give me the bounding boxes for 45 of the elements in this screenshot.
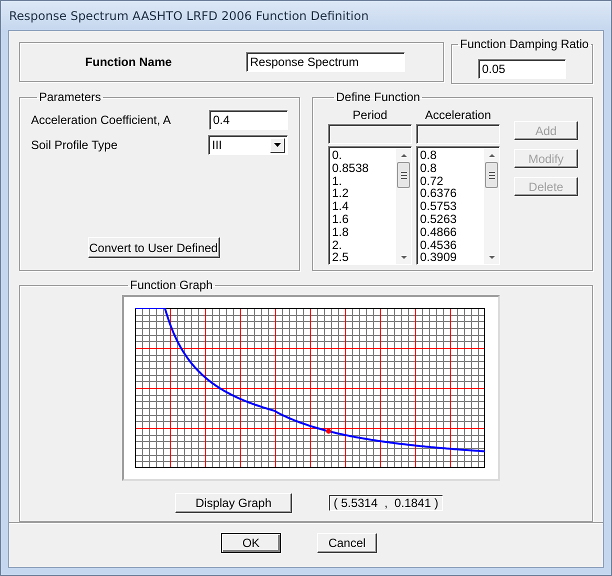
group-title: Parameters <box>38 90 102 104</box>
list-item[interactable]: 1.6 <box>332 212 396 226</box>
field-label: Soil Profile Type <box>31 138 118 152</box>
coefficient-field[interactable]: 0.4 <box>209 110 288 130</box>
scrollbar[interactable] <box>484 149 499 264</box>
list-item[interactable]: 0. <box>332 149 396 162</box>
value-entry-field[interactable] <box>328 124 412 144</box>
list-item[interactable]: 0.4866 <box>420 226 484 239</box>
list-item[interactable]: 1.4 <box>332 200 396 213</box>
list-item[interactable]: 0.6376 <box>420 187 484 200</box>
convert-button[interactable]: Convert to User Defined <box>88 237 220 258</box>
display-graph-button[interactable]: Display Graph <box>175 493 292 513</box>
list-item[interactable]: 1. <box>332 174 396 188</box>
column-header: Period <box>352 108 388 124</box>
list-item[interactable]: 2. <box>332 238 396 252</box>
damping-ratio-field[interactable]: 0.05 <box>478 59 566 79</box>
soil-type-dropdown[interactable]: III <box>208 134 288 154</box>
group-title: Function Damping Ratio <box>459 37 590 51</box>
coordinate-readout: ( 5.5314 , 0.1841 ) <box>329 495 443 511</box>
list-item[interactable]: 1.2 <box>332 187 396 200</box>
list-item[interactable]: 0.5753 <box>420 200 484 213</box>
list-item[interactable]: 2.5 <box>332 251 396 264</box>
list-item[interactable]: 0.72 <box>420 174 484 188</box>
list-item[interactable]: 0.8 <box>420 149 484 162</box>
window-title: Response Spectrum AASHTO LRFD 2006 Function Definition <box>9 8 369 22</box>
caret-icon <box>274 143 281 147</box>
group-title: Function Graph <box>129 278 214 292</box>
ok-button[interactable]: OK <box>221 533 281 553</box>
function-name-field[interactable]: Response Spectrum <box>246 52 405 72</box>
list-item[interactable]: 0.4536 <box>420 238 484 252</box>
value-entry-field[interactable] <box>416 124 500 144</box>
column-header: Acceleration <box>424 108 492 124</box>
list-item[interactable]: 1.8 <box>332 226 396 239</box>
list-item[interactable]: 0.5263 <box>420 212 484 226</box>
value-list[interactable]: 0.8 0.8 0.72 0.6376 0.5753 0.5263 0.4866 0.4536 0.3909 <box>416 146 500 265</box>
function-name-label: Function Name <box>84 55 173 69</box>
list-item[interactable]: 0.8538 <box>332 162 396 175</box>
list-item[interactable]: 0.3909 <box>420 251 484 264</box>
group-title: Define Function <box>335 90 422 104</box>
field-label: Acceleration Coefficient, A <box>31 112 171 126</box>
value-list[interactable]: 0. 0.8538 1. 1.2 1.4 1.6 1.8 2. 2.5 <box>328 146 412 265</box>
scrollbar[interactable] <box>396 149 411 264</box>
cancel-button[interactable]: Cancel <box>317 533 377 553</box>
list-item[interactable]: 0.8 <box>420 162 484 175</box>
dropdown-button[interactable] <box>270 138 285 152</box>
